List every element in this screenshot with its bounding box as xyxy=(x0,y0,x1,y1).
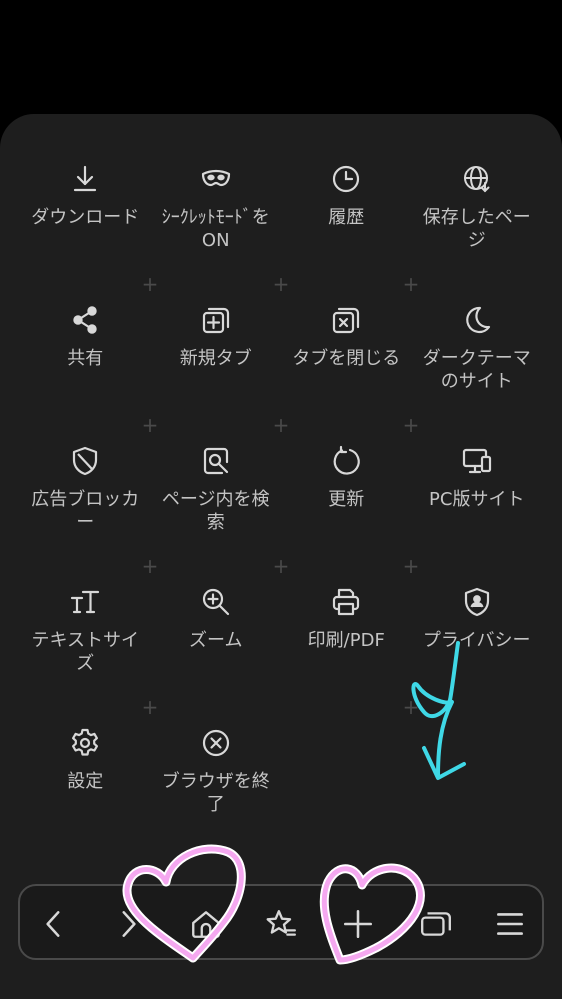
separator-plus: + xyxy=(141,413,159,437)
separator-plus: + xyxy=(402,554,420,578)
home-button[interactable] xyxy=(186,904,226,944)
add-tab-button[interactable] xyxy=(338,904,378,944)
star-list-icon xyxy=(266,910,296,936)
desktop-icon xyxy=(460,444,494,478)
zoom-in-icon xyxy=(199,585,233,619)
menu-button[interactable] xyxy=(490,904,530,944)
browser-menu-panel: ダウンロード ｼｰｸﾚｯﾄﾓｰﾄﾞを ON 履歴 保存したページ + + + 共… xyxy=(0,114,562,999)
refresh-icon xyxy=(329,444,363,478)
menu-item-label: PC版サイト xyxy=(429,489,525,510)
separator-plus: + xyxy=(272,554,290,578)
download-icon xyxy=(68,162,102,196)
menu-row: 広告ブロッカー ページ内を検索 更新 PC版サイト + + + xyxy=(20,444,542,585)
mask-icon xyxy=(199,162,233,196)
menu-item-label: 広告ブロッカー xyxy=(31,489,140,533)
menu-item-label: 更新 xyxy=(328,489,365,510)
separator-plus: + xyxy=(402,413,420,437)
menu-item-share[interactable]: 共有 xyxy=(20,303,151,444)
find-in-page-icon xyxy=(199,444,233,478)
menu-item-download[interactable]: ダウンロード xyxy=(20,162,151,303)
plus-icon xyxy=(343,909,373,939)
gear-icon xyxy=(68,726,102,760)
separator-plus: + xyxy=(272,413,290,437)
back-button[interactable] xyxy=(34,904,74,944)
back-arrow-icon xyxy=(46,911,60,937)
menu-item-close-tab[interactable]: タブを閉じる xyxy=(281,303,412,444)
menu-item-label: テキストサイズ xyxy=(31,630,139,674)
menu-grid: ダウンロード ｼｰｸﾚｯﾄﾓｰﾄﾞを ON 履歴 保存したページ + + + 共… xyxy=(20,162,542,867)
menu-item-label: 印刷/PDF xyxy=(307,630,385,651)
separator-plus: + xyxy=(402,695,420,719)
menu-item-privacy[interactable]: プライバシー xyxy=(412,585,543,726)
menu-row: 設定 ブラウザを終了 xyxy=(20,726,542,867)
home-icon xyxy=(192,911,220,938)
menu-item-label: ページ内を検索 xyxy=(161,489,270,533)
share-icon xyxy=(68,303,102,337)
menu-item-label: プライバシー xyxy=(422,630,531,651)
menu-item-label: ダークテーマのサイト xyxy=(422,348,531,392)
menu-item-label: ｼｰｸﾚｯﾄﾓｰﾄﾞを ON xyxy=(161,207,270,251)
menu-item-find-in-page[interactable]: ページ内を検索 xyxy=(151,444,282,585)
separator-plus: + xyxy=(272,272,290,296)
menu-row: 共有 新規タブ タブを閉じる ダークテーマのサイト + + + xyxy=(20,303,542,444)
menu-item-desktop-site[interactable]: PC版サイト xyxy=(412,444,543,585)
menu-item-print[interactable]: 印刷/PDF xyxy=(281,585,412,726)
menu-item-label: タブを閉じる xyxy=(292,348,401,369)
text-size-icon xyxy=(68,585,102,619)
menu-item-label: 保存したページ xyxy=(422,207,531,251)
menu-row: ダウンロード ｼｰｸﾚｯﾄﾓｰﾄﾞを ON 履歴 保存したページ + + + xyxy=(20,162,542,303)
menu-item-label: ダウンロード xyxy=(31,207,140,228)
menu-item-secret-mode[interactable]: ｼｰｸﾚｯﾄﾓｰﾄﾞを ON xyxy=(151,162,282,303)
menu-item-label: ズーム xyxy=(189,630,243,651)
bookmarks-button[interactable] xyxy=(261,904,301,944)
menu-item-saved-pages[interactable]: 保存したページ xyxy=(412,162,543,303)
menu-item-label: 設定 xyxy=(67,771,104,792)
hamburger-menu-icon xyxy=(497,913,523,935)
separator-plus: + xyxy=(141,695,159,719)
separator-plus: + xyxy=(141,554,159,578)
menu-item-label: 共有 xyxy=(67,348,104,369)
globe-download-icon xyxy=(460,162,494,196)
menu-item-ad-blocker[interactable]: 広告ブロッカー xyxy=(20,444,151,585)
menu-item-label: 新規タブ xyxy=(179,348,252,369)
menu-item-quit-browser[interactable]: ブラウザを終了 xyxy=(151,726,282,867)
tabs-icon xyxy=(421,912,451,936)
printer-icon xyxy=(329,585,363,619)
menu-item-history[interactable]: 履歴 xyxy=(281,162,412,303)
menu-item-zoom[interactable]: ズーム xyxy=(151,585,282,726)
menu-item-label: ブラウザを終了 xyxy=(161,771,270,815)
close-tab-icon xyxy=(329,303,363,337)
forward-button[interactable] xyxy=(108,904,148,944)
menu-item-settings[interactable]: 設定 xyxy=(20,726,151,867)
privacy-shield-icon xyxy=(460,585,494,619)
menu-item-refresh[interactable]: 更新 xyxy=(281,444,412,585)
separator-plus: + xyxy=(402,272,420,296)
close-circle-icon xyxy=(199,726,233,760)
menu-item-dark-theme[interactable]: ダークテーマのサイト xyxy=(412,303,543,444)
menu-item-new-tab[interactable]: 新規タブ xyxy=(151,303,282,444)
menu-item-text-size[interactable]: テキストサイズ xyxy=(20,585,151,726)
tabs-button[interactable] xyxy=(416,904,456,944)
forward-arrow-icon xyxy=(122,911,136,937)
menu-item-label: 履歴 xyxy=(328,207,365,228)
clock-icon xyxy=(329,162,363,196)
shield-icon xyxy=(68,444,102,478)
moon-icon xyxy=(460,303,494,337)
separator-plus: + xyxy=(141,272,159,296)
menu-row: テキストサイズ ズーム 印刷/PDF プライバシー + + xyxy=(20,585,542,726)
bottom-toolbar xyxy=(18,884,544,960)
new-tab-icon xyxy=(199,303,233,337)
